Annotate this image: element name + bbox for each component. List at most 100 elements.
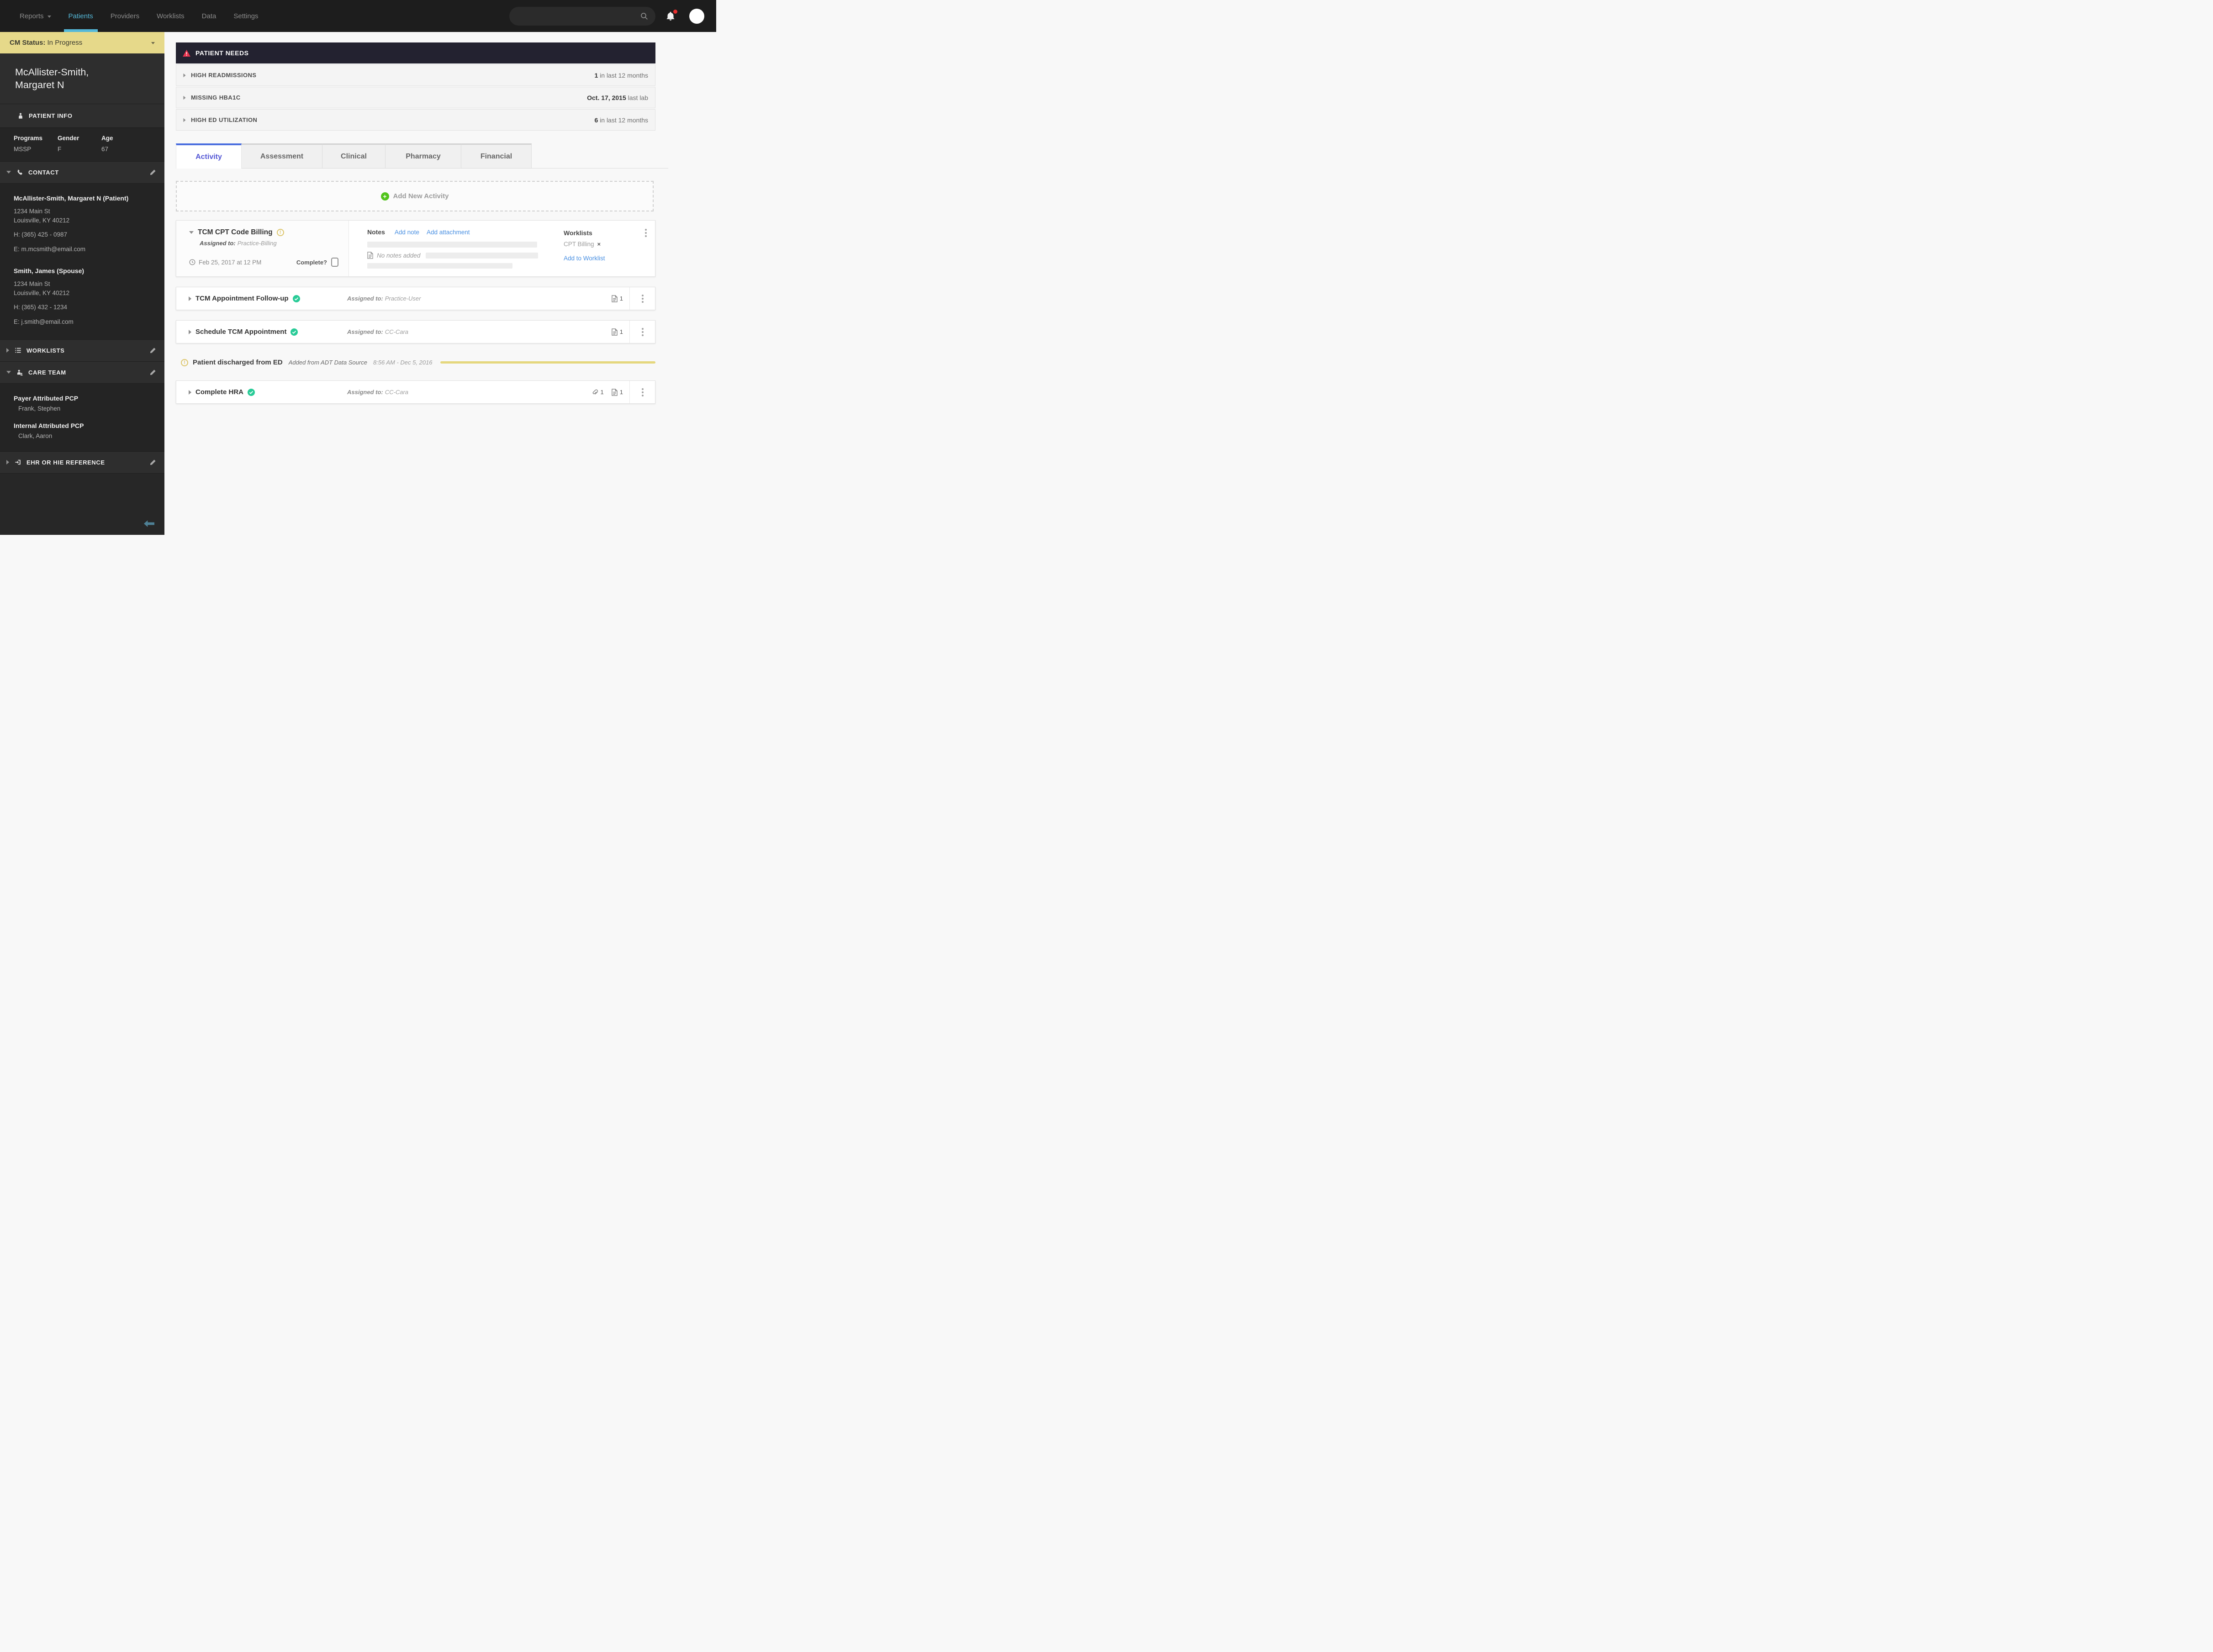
cm-status-value: In Progress	[47, 39, 83, 47]
home-phone: H: (365) 432 - 1234	[14, 304, 68, 311]
person-icon	[17, 112, 24, 119]
note-placeholder-bar	[367, 242, 537, 248]
notifications-bell[interactable]	[666, 9, 677, 21]
nav-reports[interactable]: Reports	[11, 0, 60, 32]
edit-contact-icon[interactable]	[149, 169, 156, 176]
need-row-ed-utilization[interactable]: HIGH ED UTILIZATION 6 in last 12 months	[176, 109, 655, 131]
need-row-readmissions[interactable]: HIGH READMISSIONS 1 in last 12 months	[176, 64, 655, 86]
contact-body: McAllister-Smith, Margaret N (Patient) 1…	[0, 183, 164, 340]
chevron-down-icon	[151, 42, 155, 44]
alert-triangle-icon	[183, 49, 190, 57]
plus-icon: +	[380, 192, 389, 201]
remove-worklist-icon[interactable]: ×	[597, 241, 601, 248]
check-circle-icon	[248, 388, 255, 396]
email: E: j.smith@email.com	[14, 318, 74, 325]
worklist-chip: CPT Billing ×	[564, 241, 601, 248]
search-input[interactable]	[517, 12, 640, 20]
list-icon	[15, 347, 21, 354]
chevron-right-icon	[183, 118, 186, 122]
kebab-menu[interactable]	[643, 227, 649, 239]
activity-title: TCM CPT Code Billing	[198, 228, 273, 236]
document-icon	[612, 388, 618, 396]
field-programs: Programs MSSP	[14, 134, 43, 153]
collapse-sidebar-button[interactable]	[144, 520, 154, 527]
chevron-down-icon	[47, 15, 51, 18]
check-circle-icon	[292, 295, 300, 302]
event-patient-discharged: ! Patient discharged from ED Added from …	[176, 359, 655, 366]
email: E: m.mcsmith@email.com	[14, 245, 85, 253]
chevron-right-icon	[6, 460, 9, 465]
tab-financial[interactable]: Financial	[461, 143, 532, 169]
activity-row-complete-hra: Complete HRA Assigned to: CC-Cara 1 1	[176, 380, 655, 404]
need-row-hba1c[interactable]: MISSING HBA1C Oct. 17, 2015 last lab	[176, 87, 655, 108]
event-timeline-bar	[440, 361, 655, 364]
nav-patients-label: Patients	[68, 12, 93, 20]
tab-assessment[interactable]: Assessment	[242, 143, 322, 169]
complete-control: Complete?	[296, 258, 338, 267]
notification-badge	[673, 9, 677, 14]
document-icon	[367, 252, 373, 259]
ehr-reference-header[interactable]: EHR OR HIE REFERENCE	[0, 451, 164, 474]
nav-reports-label: Reports	[20, 12, 44, 20]
worklists-header[interactable]: WORKLISTS	[0, 339, 164, 362]
kebab-menu[interactable]	[640, 326, 645, 338]
patient-info-fields: Programs MSSP Gender F Age 67	[0, 127, 164, 162]
left-arrow-icon	[144, 520, 154, 527]
add-new-activity-button[interactable]: + Add New Activity	[176, 181, 654, 211]
patient-name: McAllister-Smith, Margaret N	[0, 53, 164, 104]
chevron-right-icon[interactable]	[189, 329, 191, 334]
add-to-worklist-link[interactable]: Add to Worklist	[564, 255, 605, 262]
nav-settings[interactable]: Settings	[225, 0, 267, 32]
avatar[interactable]	[689, 8, 704, 24]
due-date: Feb 25, 2017 at 12 PM	[189, 259, 261, 266]
patient-sidebar: CM Status: In Progress McAllister-Smith,…	[0, 32, 164, 535]
care-team-header[interactable]: CARE TEAM	[0, 361, 164, 384]
complete-checkbox[interactable]	[331, 258, 338, 267]
contact-entry-patient: McAllister-Smith, Margaret N (Patient) 1…	[14, 195, 151, 254]
add-attachment-link[interactable]: Add attachment	[427, 229, 470, 236]
search-box[interactable]	[509, 6, 655, 26]
add-note-link[interactable]: Add note	[395, 229, 419, 236]
assigned-to: Assigned to: CC-Cara	[347, 389, 409, 396]
kebab-menu[interactable]	[640, 386, 645, 398]
clock-icon	[189, 259, 195, 265]
check-circle-icon	[290, 328, 298, 336]
document-count: 1	[619, 295, 623, 302]
patient-info-header: PATIENT INFO	[0, 104, 164, 128]
field-gender: Gender F	[58, 134, 79, 153]
care-team-icon	[16, 369, 23, 376]
chevron-right-icon	[6, 348, 9, 353]
no-notes-row: No notes added	[367, 252, 548, 259]
top-nav: Reports Patients Providers Worklists Dat…	[0, 0, 716, 32]
edit-ehr-icon[interactable]	[149, 459, 156, 466]
nav-providers[interactable]: Providers	[102, 0, 148, 32]
chevron-down-icon	[6, 371, 11, 374]
cm-status-bar[interactable]: CM Status: In Progress	[0, 32, 164, 53]
edit-care-team-icon[interactable]	[149, 369, 156, 376]
chevron-right-icon	[183, 73, 186, 77]
assigned-to: Assigned to: Practice-User	[347, 295, 421, 302]
attachment-count: 1	[600, 389, 604, 396]
nav-worklists[interactable]: Worklists	[148, 0, 193, 32]
contact-header[interactable]: CONTACT	[0, 161, 164, 184]
care-team-member: Frank, Stephen	[18, 405, 61, 412]
chevron-right-icon[interactable]	[189, 390, 191, 395]
nav-right	[509, 6, 704, 26]
warning-icon: !	[276, 229, 284, 236]
care-team-body: Payer Attributed PCP Frank, Stephen Inte…	[0, 383, 164, 452]
tab-pharmacy[interactable]: Pharmacy	[386, 143, 461, 169]
document-icon	[612, 295, 618, 302]
kebab-menu[interactable]	[640, 293, 645, 305]
nav-patients[interactable]: Patients	[60, 0, 102, 32]
nav-data[interactable]: Data	[193, 0, 225, 32]
activity-row-tcm-followup: TCM Appointment Follow-up Assigned to: Pr…	[176, 287, 655, 310]
chevron-right-icon[interactable]	[189, 296, 191, 301]
address: 1234 Main St Louisville, KY 40212	[14, 207, 70, 224]
tab-clinical[interactable]: Clinical	[322, 143, 386, 169]
chevron-down-icon[interactable]	[189, 231, 194, 234]
care-team-member: Clark, Aaron	[18, 432, 53, 439]
tab-activity[interactable]: Activity	[176, 143, 242, 169]
activity-row-schedule-tcm: Schedule TCM Appointment Assigned to: CC-…	[176, 320, 655, 343]
document-count: 1	[619, 389, 623, 396]
edit-worklists-icon[interactable]	[149, 347, 156, 354]
